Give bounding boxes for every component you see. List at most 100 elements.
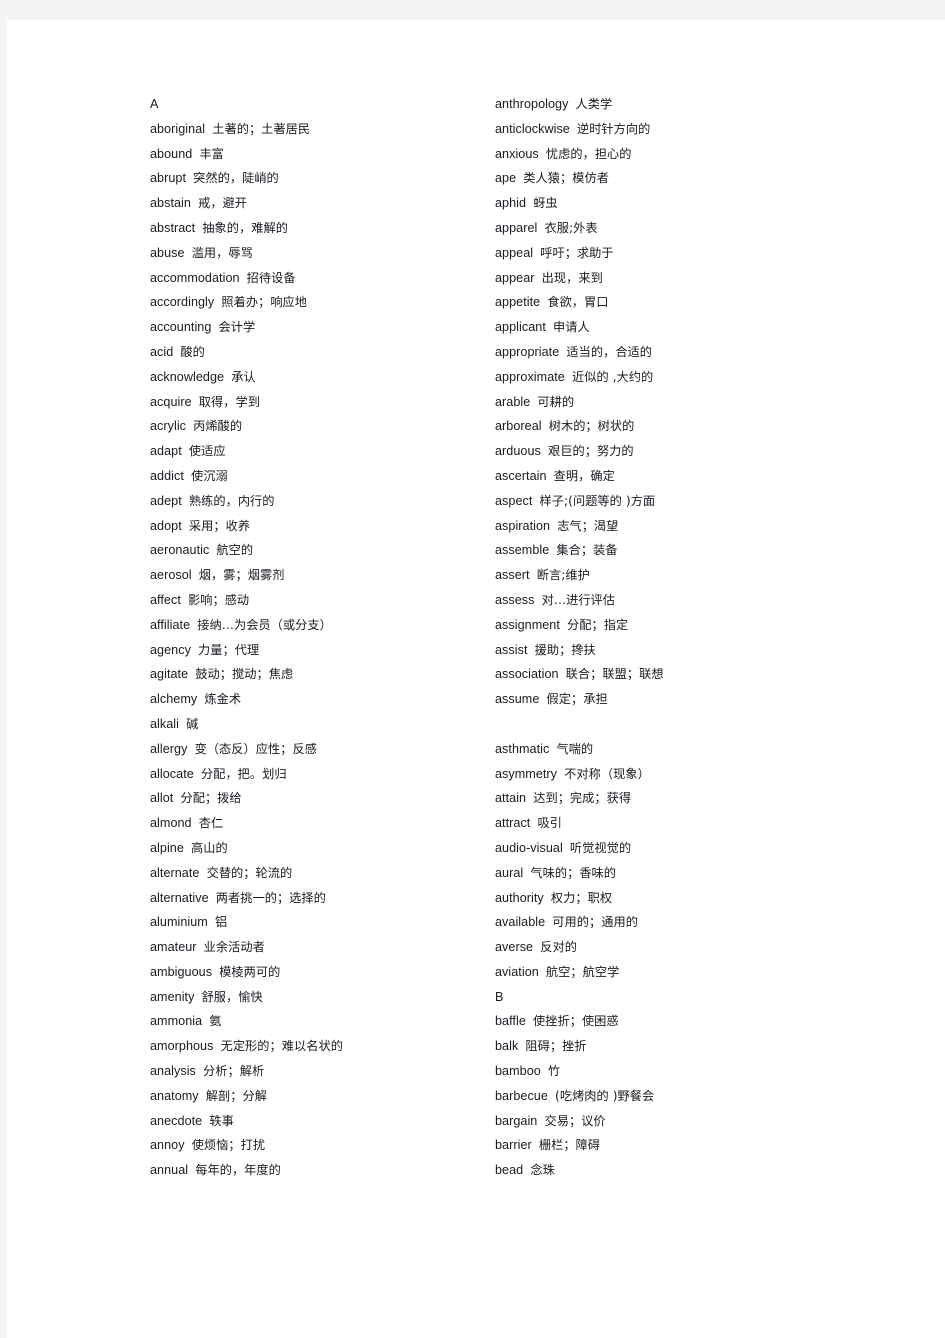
entry-word: agency <box>150 642 191 657</box>
vocabulary-entry: annual 每年的，年度的 <box>150 1158 495 1183</box>
entry-gloss: 联合；联盟；联想 <box>565 667 664 682</box>
entry-word: anticlockwise <box>495 121 570 136</box>
vocabulary-entry: anticlockwise 逆时针方向的 <box>495 117 840 142</box>
entry-word: accommodation <box>150 270 240 285</box>
entry-gloss: 航空；航空学 <box>545 964 620 979</box>
vocabulary-entry: approximate 近似的 ,大约的 <box>495 365 840 390</box>
vocabulary-entry: authority 权力；职权 <box>495 886 840 911</box>
entry-word: barrier <box>495 1138 532 1153</box>
vocabulary-entry: association 联合；联盟；联想 <box>495 662 840 687</box>
entry-word: anatomy <box>150 1088 199 1103</box>
entry-gloss: 念珠 <box>530 1163 555 1178</box>
entry-gloss: 对…进行评估 <box>541 592 616 607</box>
vocabulary-entry: arduous 艰巨的；努力的 <box>495 439 840 464</box>
entry-gloss: 熟练的，内行的 <box>188 493 275 508</box>
entry-gloss: 高山的 <box>191 840 228 855</box>
entry-word: anecdote <box>150 1113 203 1128</box>
entry-gloss: 断言;维护 <box>536 568 590 583</box>
entry-word: asymmetry <box>495 766 558 781</box>
entry-word: authority <box>495 890 544 905</box>
entry-word: aboriginal <box>150 121 206 136</box>
vocabulary-entry: barrier 栅栏；障碍 <box>495 1133 840 1158</box>
entry-gloss: 使烦恼；打扰 <box>191 1138 266 1153</box>
vocabulary-entry: ammonia 氨 <box>150 1009 495 1034</box>
vocabulary-entry: affiliate 接纳…为会员（或分支） <box>150 613 495 638</box>
vocabulary-entry: barbecue (吃烤肉的 )野餐会 <box>495 1084 840 1109</box>
entry-gloss: 气味的；香味的 <box>530 865 617 880</box>
vocabulary-entry: ape 类人猿；模仿者 <box>495 166 840 191</box>
entry-gloss: 气喘的 <box>556 741 594 756</box>
vocabulary-column-left: Aaboriginal 土著的；土著居民 abound 丰富 abrupt 突然的，… <box>150 92 495 1183</box>
vocabulary-entry: arboreal 树木的；树状的 <box>495 414 840 439</box>
entry-gloss: 可耕的 <box>537 394 575 409</box>
vocabulary-entry: abound 丰富 <box>150 142 495 167</box>
entry-gloss: (吃烤肉的 )野餐会 <box>555 1088 655 1103</box>
entry-gloss: 轶事 <box>209 1113 234 1128</box>
vocabulary-entry: appropriate 适当的，合适的 <box>495 340 840 365</box>
entry-gloss: 达到；完成；获得 <box>533 791 632 806</box>
vocabulary-entry: amorphous 无定形的；难以名状的 <box>150 1034 495 1059</box>
entry-gloss: 分配；指定 <box>567 617 629 632</box>
entry-gloss: 取得，学到 <box>198 394 260 409</box>
entry-word: agitate <box>150 667 189 682</box>
vocabulary-entry: alchemy 炼金术 <box>150 687 495 712</box>
vocabulary-entry: asymmetry 不对称（现象） <box>495 762 840 787</box>
entry-word: arable <box>495 394 531 409</box>
entry-word: amateur <box>150 940 197 955</box>
entry-gloss: 类人猿；模仿者 <box>523 171 609 186</box>
vocabulary-entry: bargain 交易；议价 <box>495 1109 840 1134</box>
document-page: Aaboriginal 土著的；土著居民 abound 丰富 abrupt 突然的，… <box>7 20 945 1338</box>
vocabulary-entry: assist 援助；搀扶 <box>495 638 840 663</box>
entry-gloss: 权力；职权 <box>550 890 613 905</box>
entry-word: attain <box>495 791 527 806</box>
entry-word: amorphous <box>150 1039 214 1054</box>
vocabulary-entry: adept 熟练的，内行的 <box>150 489 495 514</box>
entry-word: ammonia <box>150 1014 203 1029</box>
entry-word: abstract <box>150 220 196 235</box>
entry-gloss: 阻碍；挫折 <box>525 1039 587 1054</box>
entry-word: bargain <box>495 1113 538 1128</box>
entry-gloss: 分配，把。划归 <box>200 766 287 781</box>
entry-word: aerosol <box>150 568 192 583</box>
entry-word: aeronautic <box>150 543 210 558</box>
entry-gloss: 竹 <box>547 1064 561 1079</box>
entry-word: adapt <box>150 444 182 459</box>
vocabulary-entry: aviation 航空；航空学 <box>495 960 840 985</box>
entry-word: abuse <box>150 245 185 260</box>
entry-word: anthropology <box>495 97 569 111</box>
letter-heading: A <box>150 92 495 117</box>
entry-word: aviation <box>495 964 539 979</box>
entry-gloss: 烟，雾；烟雾剂 <box>198 568 285 583</box>
entry-gloss: 两者挑一的；选择的 <box>215 890 326 905</box>
entry-gloss: 志气；渴望 <box>557 518 619 533</box>
entry-word: assume <box>495 692 540 707</box>
vocabulary-entry: appetite 食欲，胃口 <box>495 290 840 315</box>
entry-gloss: 样子;(问题等的 )方面 <box>539 493 656 508</box>
vocabulary-entry: agency 力量；代理 <box>150 638 495 663</box>
entry-word: bamboo <box>495 1064 541 1079</box>
vocabulary-entry: agitate 鼓动；搅动；焦虑 <box>150 662 495 687</box>
vocabulary-entry: audio-visual 听觉视觉的 <box>495 836 840 861</box>
entry-gloss: 集合；装备 <box>556 543 618 558</box>
vocabulary-column-right: anthropology 人类学 anticlockwise 逆时针方向的 anxi… <box>495 92 840 1183</box>
vocabulary-entry: affect 影响；感动 <box>150 588 495 613</box>
entry-word: approximate <box>495 369 565 384</box>
entry-gloss: 力量；代理 <box>198 642 260 657</box>
vocabulary-entry: anecdote 轶事 <box>150 1109 495 1134</box>
entry-word: allot <box>150 791 174 806</box>
entry-gloss: 交易；议价 <box>544 1113 606 1128</box>
entry-word: affect <box>150 592 181 607</box>
entry-word: annoy <box>150 1138 185 1153</box>
entry-gloss: 照着办；响应地 <box>221 295 308 310</box>
entry-gloss: 突然的，陡峭的 <box>193 171 279 186</box>
vocabulary-entry: assume 假定；承担 <box>495 687 840 712</box>
vocabulary-entry: aspect 样子;(问题等的 )方面 <box>495 489 840 514</box>
entry-word: abstain <box>150 196 191 211</box>
entry-word: arduous <box>495 444 541 459</box>
entry-gloss: 分析；解析 <box>203 1064 265 1079</box>
vocabulary-entry: abrupt 突然的，陡峭的 <box>150 166 495 191</box>
entry-gloss: 艰巨的；努力的 <box>547 444 634 459</box>
entry-word: attract <box>495 816 531 831</box>
entry-word: adopt <box>150 518 182 533</box>
vocabulary-entry: assert 断言;维护 <box>495 563 840 588</box>
